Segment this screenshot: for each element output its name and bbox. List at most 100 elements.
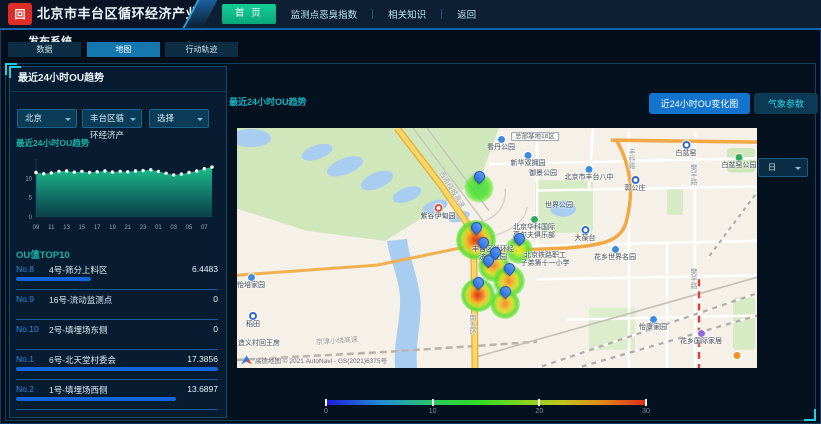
map-label: 丰科路 bbox=[627, 148, 635, 169]
map-label: 大葆台 bbox=[575, 226, 596, 243]
map-label: 花乡国际家居 bbox=[680, 330, 722, 346]
trend-left-card: 最近24小时OU趋势 北京 丰台区循环经济产 选择 最近24小时OU趋势 051… bbox=[9, 66, 227, 418]
city-select[interactable]: 北京 bbox=[17, 109, 77, 128]
map-attribution: 高德地图 © 2021 AutoNavi - GS(2021)6375号 bbox=[241, 355, 387, 365]
main-nav: 首 页 监测点恶臭指数 相关知识 返回 bbox=[196, 0, 821, 28]
site-name: 1号-填埋场西侧 bbox=[49, 384, 187, 396]
map-label: 白盆窑 bbox=[676, 141, 697, 158]
top-list-item[interactable]: No.21号-填埋场西侧13.6897 bbox=[16, 380, 218, 410]
svg-text:13: 13 bbox=[63, 225, 70, 231]
value-bar bbox=[16, 367, 218, 371]
map-label: 怡培家园 bbox=[237, 274, 265, 290]
rank-label: No.10 bbox=[16, 324, 49, 336]
poi-blue-icon bbox=[525, 152, 532, 159]
site-name: 2号-填埋场东侧 bbox=[49, 324, 213, 336]
svg-text:15: 15 bbox=[79, 225, 86, 231]
amap-logo-icon bbox=[241, 356, 252, 365]
metro-icon bbox=[581, 226, 589, 234]
rank-label: No.2 bbox=[16, 384, 49, 396]
map-label bbox=[734, 352, 741, 360]
tab-map[interactable]: 地图 bbox=[87, 42, 160, 57]
park-select[interactable]: 丰台区循环经济产 bbox=[82, 109, 142, 128]
ou-value: 0 bbox=[213, 324, 218, 336]
svg-text:19: 19 bbox=[109, 225, 116, 231]
map-label: 世界公园 bbox=[545, 202, 573, 210]
svg-text:23: 23 bbox=[140, 225, 147, 231]
svg-text:0: 0 bbox=[29, 215, 33, 221]
tab-data[interactable]: 数据 bbox=[8, 42, 81, 57]
map-label: 北京市丰台八中 bbox=[565, 166, 614, 182]
map-label: 造义村回王房 bbox=[238, 340, 280, 348]
card-corner-accent bbox=[9, 66, 21, 78]
ou-value: 0 bbox=[213, 294, 218, 306]
map-label: 花乡世界名园 bbox=[594, 246, 636, 262]
site-name: 6号-北天堂村委会 bbox=[49, 354, 187, 366]
svg-text:5: 5 bbox=[29, 196, 33, 202]
map-label: 稻田 bbox=[246, 312, 260, 329]
value-bar bbox=[16, 277, 218, 281]
top-list-item[interactable]: No.16号-北天堂村委会17.3856 bbox=[16, 350, 218, 380]
value-bar bbox=[16, 397, 218, 401]
site-name: 16号-流动监测点 bbox=[49, 294, 213, 306]
top-list-title: OU值TOP10 bbox=[16, 247, 70, 261]
metro-icon bbox=[249, 312, 257, 320]
svg-text:10: 10 bbox=[25, 176, 32, 182]
top-list-item[interactable]: No.84号-筛分上料区6.4483 bbox=[16, 260, 218, 290]
svg-text:11: 11 bbox=[48, 225, 55, 231]
legend-notch bbox=[538, 399, 540, 406]
ou-trend-chart: 0510091113151719212301030507 bbox=[12, 149, 222, 241]
metro-icon bbox=[631, 176, 639, 184]
map-label: 北京铁路职工子弟第十一小学 bbox=[521, 252, 570, 268]
nav-home[interactable]: 首 页 bbox=[222, 4, 276, 24]
top-list-item[interactable]: No.102号-填埋场东侧0 bbox=[16, 320, 218, 350]
ou-change-map-button[interactable]: 近24小时OU变化图 bbox=[649, 93, 750, 114]
poi-orange-icon bbox=[734, 352, 741, 359]
ou-value: 6.4483 bbox=[192, 264, 218, 276]
legend-notch bbox=[325, 399, 327, 406]
tab-track[interactable]: 行动轨迹 bbox=[165, 42, 238, 57]
panel-corner-accent bbox=[804, 409, 816, 421]
legend-tick-label: 20 bbox=[535, 408, 543, 415]
svg-text:17: 17 bbox=[94, 225, 101, 231]
nav-knowledge[interactable]: 相关知识 bbox=[373, 7, 441, 21]
map-label: 新华双拥园 bbox=[511, 152, 546, 168]
point-select[interactable]: 选择 bbox=[149, 109, 209, 128]
map-section-title: 最近24小时OU趋势 bbox=[229, 95, 307, 108]
weather-params-button[interactable]: 气象参数 bbox=[754, 93, 818, 114]
legend-gradient-bar bbox=[326, 400, 646, 405]
poi-blue-icon bbox=[612, 246, 619, 253]
poi-green-icon bbox=[736, 154, 743, 161]
svg-text:03: 03 bbox=[170, 225, 177, 231]
map-label: 樊羊路 bbox=[689, 268, 697, 289]
legend-notch bbox=[432, 399, 434, 406]
legend-tick-label: 10 bbox=[429, 408, 437, 415]
site-name: 4号-筛分上料区 bbox=[49, 264, 192, 276]
legend-tick-label: 30 bbox=[642, 408, 650, 415]
map-label: 紫谷伊甸园 bbox=[421, 204, 456, 221]
poi-purple-icon bbox=[698, 330, 705, 337]
poi-green-icon bbox=[531, 216, 538, 223]
top-list-item[interactable]: No.916号-流动监测点0 bbox=[16, 290, 218, 320]
poi-blue-icon bbox=[586, 166, 593, 173]
nav-monitor-odor-index[interactable]: 监测点恶臭指数 bbox=[276, 7, 373, 21]
ou-color-legend: 0102030 bbox=[326, 400, 646, 418]
map-label: 郭公庄 bbox=[625, 176, 646, 193]
poi-blue-icon bbox=[650, 316, 657, 323]
ou-value: 13.6897 bbox=[187, 384, 218, 396]
map-label: 南五环 bbox=[468, 314, 476, 335]
legend-tick-label: 0 bbox=[324, 408, 328, 415]
ou-top-list: No.84号-筛分上料区6.4483No.916号-流动监测点0No.102号-… bbox=[16, 260, 218, 410]
svg-text:01: 01 bbox=[155, 225, 162, 231]
metro-icon bbox=[682, 141, 690, 149]
svg-text:05: 05 bbox=[186, 225, 193, 231]
rank-label: No.1 bbox=[16, 354, 49, 366]
value-bar bbox=[16, 307, 218, 311]
chart-title: 最近24小时OU趋势 bbox=[16, 137, 89, 149]
top-header: 回 北京市丰台区循环经济产业园大气恶臭状况实时 首 页 监测点恶臭指数 相关知识… bbox=[0, 0, 821, 30]
poi-red-icon bbox=[434, 204, 442, 212]
time-range-select[interactable]: 日 bbox=[758, 158, 808, 177]
map-canvas[interactable]: 高德地图 © 2021 AutoNavi - GS(2021)6375号 看丹公… bbox=[237, 128, 757, 368]
svg-text:21: 21 bbox=[124, 225, 131, 231]
map-label: 总部基地18区 bbox=[511, 132, 559, 141]
nav-back[interactable]: 返回 bbox=[442, 7, 491, 21]
